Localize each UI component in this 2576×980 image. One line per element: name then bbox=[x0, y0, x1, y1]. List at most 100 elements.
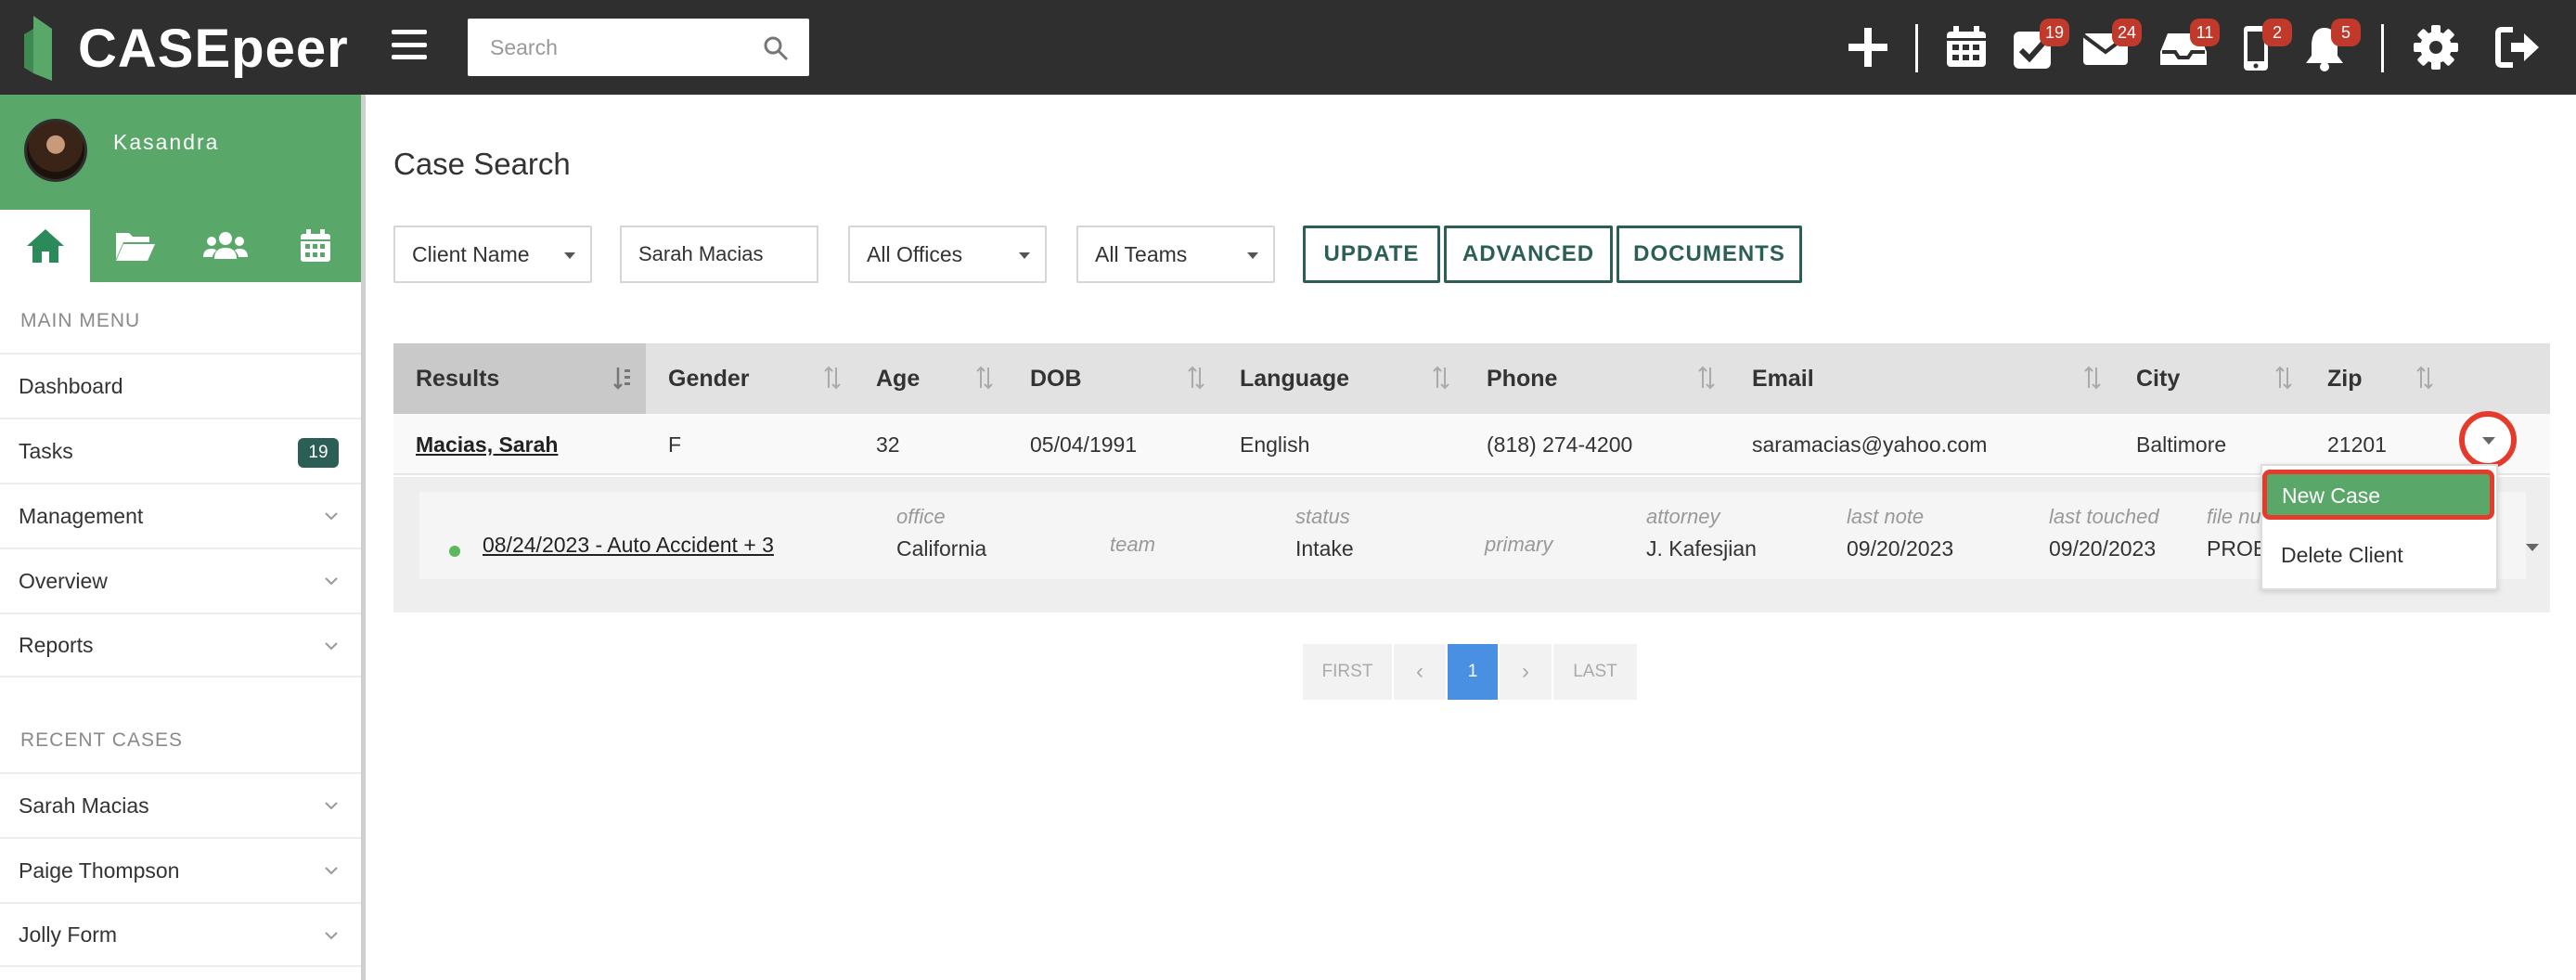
mail-badge: 24 bbox=[2111, 19, 2142, 46]
sort-icon bbox=[1433, 366, 1449, 390]
column-header-zip[interactable]: Zip bbox=[2305, 343, 2448, 414]
search-input[interactable] bbox=[468, 19, 755, 76]
sidebar: Kasandra MAIN MENU Dashboard Tasks 19 Ma… bbox=[0, 95, 366, 980]
cell-phone: (818) 274-4200 bbox=[1487, 432, 1633, 457]
sidebar-item-dashboard[interactable]: Dashboard bbox=[0, 353, 361, 418]
pagination-current-page[interactable]: 1 bbox=[1448, 644, 1498, 700]
new-case-menu-item[interactable]: New Case bbox=[2262, 470, 2494, 520]
mobile-badge: 2 bbox=[2262, 19, 2292, 46]
main-menu-heading: MAIN MENU bbox=[20, 310, 141, 331]
sort-icon bbox=[2416, 366, 2433, 390]
toolbar-divider bbox=[1915, 24, 1918, 72]
recent-case-item[interactable]: Jolly Form bbox=[0, 902, 361, 967]
sort-icon bbox=[2275, 366, 2292, 390]
table-header: Results Gender Age DOB Language Phone Em… bbox=[393, 343, 2550, 414]
case-attorney: attorney J. Kafesjian bbox=[1646, 505, 1757, 561]
mail-button[interactable]: 24 bbox=[2080, 19, 2142, 72]
home-icon bbox=[26, 229, 64, 263]
office-select[interactable]: All Offices bbox=[848, 226, 1047, 283]
cell-dob: 05/04/1991 bbox=[1030, 432, 1138, 457]
column-header-email[interactable]: Email bbox=[1730, 343, 2114, 414]
recent-case-item[interactable]: Paige Thompson bbox=[0, 837, 361, 902]
folder-open-icon bbox=[115, 233, 155, 261]
chevron-down-icon bbox=[325, 512, 338, 521]
sort-asc-icon bbox=[613, 368, 630, 390]
tab-cases[interactable] bbox=[90, 210, 180, 282]
chevron-down-icon bbox=[325, 577, 338, 586]
client-name-link[interactable]: Macias, Sarah bbox=[393, 414, 558, 475]
column-header-gender[interactable]: Gender bbox=[646, 343, 854, 414]
delete-client-menu-item[interactable]: Delete Client bbox=[2262, 527, 2496, 583]
column-header-dob[interactable]: DOB bbox=[1008, 343, 1217, 414]
user-profile[interactable]: Kasandra bbox=[0, 95, 361, 210]
column-header-phone[interactable]: Phone bbox=[1464, 343, 1730, 414]
search-field-value: Client Name bbox=[412, 242, 530, 266]
inbox-badge: 11 bbox=[2190, 19, 2220, 46]
case-link[interactable]: 08/24/2023 - Auto Accident + 3 bbox=[483, 533, 774, 558]
sidebar-item-tasks[interactable]: Tasks 19 bbox=[0, 418, 361, 483]
casepeer-logo[interactable]: CASEpeer bbox=[24, 9, 349, 87]
cell-age: 32 bbox=[876, 432, 900, 457]
case-actions-caret-icon[interactable] bbox=[2526, 544, 2539, 551]
recent-case-item[interactable]: Sarah Macias bbox=[0, 772, 361, 837]
avatar[interactable] bbox=[24, 119, 87, 182]
sort-icon bbox=[824, 366, 841, 390]
cell-language: English bbox=[1240, 432, 1310, 457]
sidebar-item-label: Tasks bbox=[19, 438, 73, 463]
inbox-button[interactable]: 11 bbox=[2158, 19, 2220, 72]
column-header-age[interactable]: Age bbox=[854, 343, 1008, 414]
tasks-button[interactable]: 19 bbox=[2008, 19, 2069, 72]
calendar-icon[interactable] bbox=[1941, 22, 1991, 72]
plus-icon[interactable] bbox=[1843, 22, 1893, 72]
caret-down-icon bbox=[1019, 252, 1030, 259]
logout-icon[interactable] bbox=[2492, 22, 2543, 72]
sidebar-item-reports[interactable]: Reports bbox=[0, 612, 361, 677]
row-actions-dropdown: New Case Delete Client bbox=[2260, 464, 2498, 590]
pagination-last[interactable]: LAST bbox=[1553, 644, 1637, 700]
team-select[interactable]: All Teams bbox=[1076, 226, 1275, 283]
case-last-note: last note 09/20/2023 bbox=[1847, 505, 1954, 561]
toolbar-divider bbox=[2381, 24, 2384, 72]
mobile-button[interactable]: 2 bbox=[2231, 19, 2292, 72]
advanced-button[interactable]: ADVANCED bbox=[1444, 226, 1613, 283]
case-last-touched: last touched 09/20/2023 bbox=[2049, 505, 2159, 561]
row-actions-toggle[interactable] bbox=[2459, 411, 2517, 469]
table-row: Macias, Sarah F 32 05/04/1991 English (8… bbox=[393, 414, 2550, 475]
casepeer-logo-icon bbox=[24, 16, 52, 81]
pagination: FIRST ‹ 1 › LAST bbox=[1303, 644, 1639, 700]
tab-home[interactable] bbox=[0, 210, 91, 282]
pagination-prev[interactable]: ‹ bbox=[1394, 644, 1446, 700]
documents-button[interactable]: DOCUMENTS bbox=[1616, 226, 1802, 283]
search-field-select[interactable]: Client Name bbox=[393, 226, 592, 283]
caret-down-icon bbox=[1247, 252, 1258, 259]
search-icon[interactable] bbox=[763, 35, 789, 61]
chevron-down-icon bbox=[325, 642, 338, 651]
column-header-language[interactable]: Language bbox=[1217, 343, 1464, 414]
notifications-button[interactable]: 5 bbox=[2299, 19, 2361, 72]
brand-name: CASEpeer bbox=[78, 18, 349, 79]
tab-contacts[interactable] bbox=[181, 210, 271, 282]
case-office: office California bbox=[896, 505, 987, 561]
sidebar-item-label: Reports bbox=[19, 632, 94, 657]
sidebar-item-overview[interactable]: Overview bbox=[0, 548, 361, 612]
update-button[interactable]: UPDATE bbox=[1303, 226, 1440, 283]
tasks-badge: 19 bbox=[2039, 19, 2069, 46]
search-query-input[interactable] bbox=[620, 226, 818, 283]
column-header-city[interactable]: City bbox=[2114, 343, 2305, 414]
hamburger-menu-icon[interactable] bbox=[392, 30, 427, 59]
sidebar-item-label: Management bbox=[19, 503, 144, 528]
case-card: 08/24/2023 - Auto Accident + 3 office Ca… bbox=[419, 492, 2539, 579]
gear-icon[interactable] bbox=[2411, 22, 2461, 72]
caret-down-icon bbox=[2482, 437, 2495, 445]
recent-case-label: Sarah Macias bbox=[19, 793, 149, 818]
pagination-first[interactable]: FIRST bbox=[1303, 644, 1392, 700]
case-file-number: file nu PROB bbox=[2207, 505, 2268, 561]
tab-calendar[interactable] bbox=[271, 210, 361, 282]
case-subrow: 08/24/2023 - Auto Accident + 3 office Ca… bbox=[393, 477, 2550, 612]
sidebar-item-management[interactable]: Management bbox=[0, 483, 361, 548]
pagination-next[interactable]: › bbox=[1500, 644, 1552, 700]
column-header-results[interactable]: Results bbox=[393, 343, 646, 414]
cell-gender: F bbox=[668, 432, 682, 457]
chevron-down-icon bbox=[325, 867, 338, 875]
users-icon bbox=[203, 232, 249, 259]
